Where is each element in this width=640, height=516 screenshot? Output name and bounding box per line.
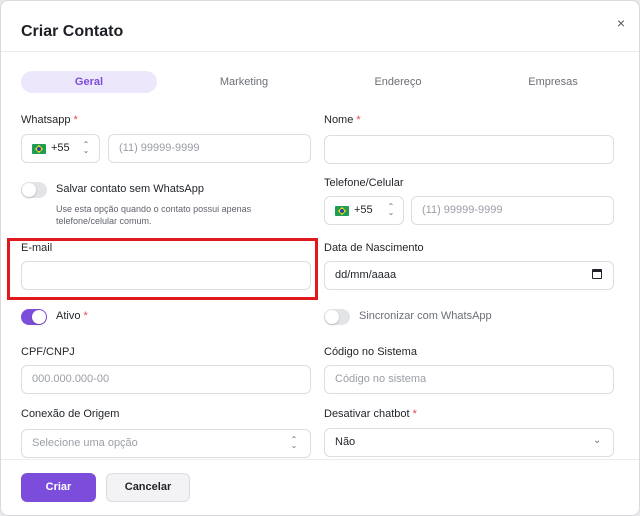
toggle-knob [325, 310, 339, 324]
country-code: +55 [354, 204, 373, 216]
tab-marketing[interactable]: Marketing [176, 71, 312, 93]
chevron-up-down-icon: ⌃ ⌄ [290, 435, 298, 450]
codigo-input[interactable]: Código no sistema [324, 365, 614, 394]
required-marker: * [412, 408, 417, 420]
nome-label: Nome * [324, 114, 361, 126]
conexao-label: Conexão de Origem [21, 408, 120, 420]
chatbot-label: Desativar chatbot * [324, 408, 417, 420]
save-without-whatsapp-hint: Use esta opção quando o contato possui a… [56, 204, 252, 226]
required-marker: * [356, 114, 361, 126]
whatsapp-number-input[interactable]: (11) 99999-9999 [108, 134, 311, 163]
form-body: Geral Marketing Endereço Empresas Whatsa… [1, 1, 639, 459]
whatsapp-country-select[interactable]: +55 ⌃ ⌄ [21, 134, 100, 163]
cpf-label: CPF/CNPJ [21, 346, 75, 358]
chatbot-select[interactable]: Não [324, 428, 614, 457]
sync-whatsapp-label: Sincronizar com WhatsApp [359, 310, 492, 322]
country-code: +55 [51, 142, 70, 154]
telefone-country-select[interactable]: +55 ⌃ ⌄ [324, 196, 404, 225]
footer-divider [1, 459, 639, 460]
chevron-up-down-icon: ⌃ ⌄ [387, 202, 395, 217]
brazil-flag-icon [32, 144, 46, 154]
telefone-number-input[interactable]: (11) 99999-9999 [411, 196, 614, 225]
codigo-label: Código no Sistema [324, 346, 417, 358]
ativo-toggle[interactable] [21, 309, 47, 325]
conexao-select[interactable]: Selecione uma opção [21, 429, 311, 458]
birthdate-label: Data de Nascimento [324, 242, 424, 254]
highlight-box [7, 238, 318, 300]
sync-whatsapp-toggle[interactable] [324, 309, 350, 325]
tab-bar: Geral Marketing Endereço Empresas [21, 71, 613, 93]
nome-label-text: Nome [324, 114, 354, 126]
nome-input[interactable] [324, 135, 614, 164]
brazil-flag-icon [335, 206, 349, 216]
chevron-down-icon: ⌄ [593, 435, 602, 446]
cancel-button[interactable]: Cancelar [106, 473, 190, 502]
ativo-label: Ativo * [56, 310, 88, 322]
birthdate-input[interactable]: dd/mm/aaaa [324, 261, 614, 290]
tab-empresas[interactable]: Empresas [485, 71, 621, 93]
cpf-input[interactable]: 000.000.000-00 [21, 365, 311, 394]
save-without-whatsapp-label: Salvar contato sem WhatsApp [56, 183, 204, 195]
chevron-up-down-icon: ⌃ ⌄ [82, 140, 90, 155]
telefone-label: Telefone/Celular [324, 177, 404, 189]
save-without-whatsapp-toggle[interactable] [21, 182, 47, 198]
create-contact-dialog: Criar Contato × Geral Marketing Endereço… [0, 0, 640, 516]
toggle-knob [22, 183, 36, 197]
whatsapp-label-text: Whatsapp [21, 114, 71, 126]
chatbot-label-text: Desativar chatbot [324, 408, 410, 420]
tab-geral[interactable]: Geral [21, 71, 157, 93]
ativo-label-text: Ativo [56, 310, 81, 322]
toggle-knob [32, 310, 46, 324]
create-button[interactable]: Criar [21, 473, 96, 502]
whatsapp-label: Whatsapp * [21, 114, 78, 126]
tab-endereco[interactable]: Endereço [330, 71, 466, 93]
calendar-icon[interactable] [592, 269, 602, 279]
required-marker: * [83, 310, 88, 322]
required-marker: * [73, 114, 78, 126]
